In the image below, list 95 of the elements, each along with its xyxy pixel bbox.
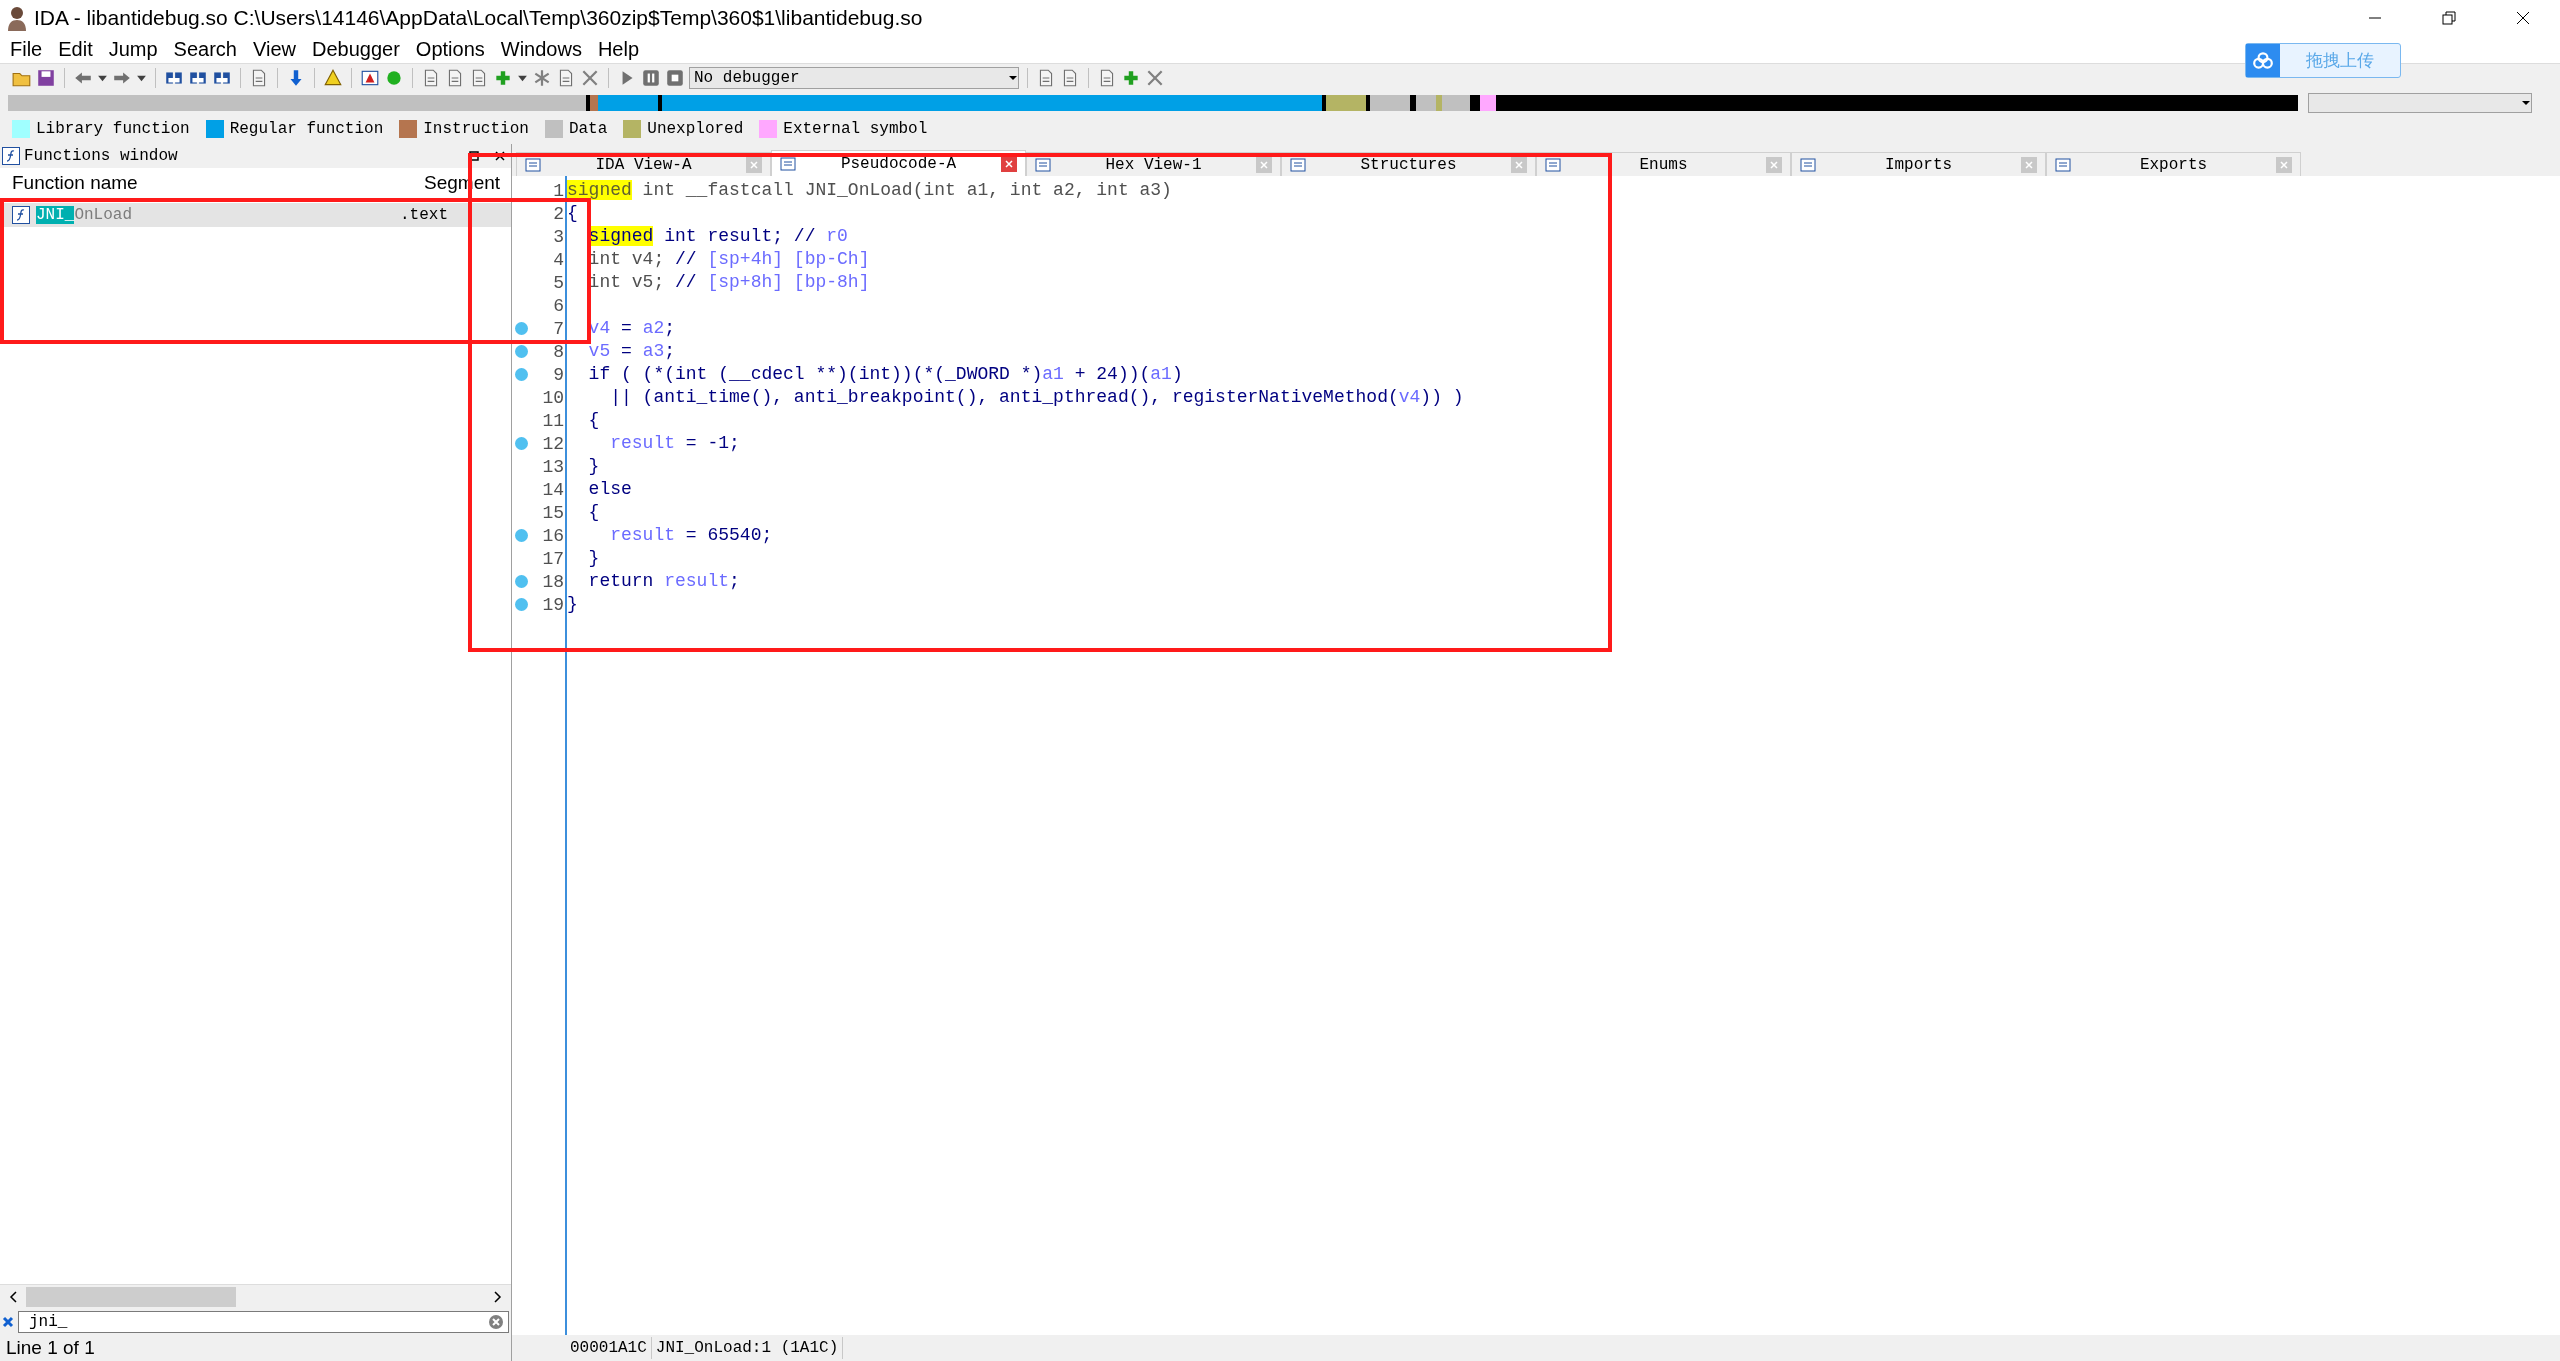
column-header[interactable]: Function name bbox=[0, 172, 412, 194]
breakpoint-dot[interactable] bbox=[515, 598, 528, 611]
code-line: result = -1; bbox=[609, 432, 740, 455]
line-status: Line 1 of 1 bbox=[6, 1337, 95, 1359]
alert-icon[interactable] bbox=[360, 68, 380, 88]
breakpoint-dot[interactable] bbox=[515, 529, 528, 542]
line-number: 11 bbox=[542, 410, 564, 431]
caret-icon[interactable] bbox=[1008, 73, 1018, 83]
menu-item[interactable]: File bbox=[2, 38, 51, 61]
window-icon bbox=[780, 155, 796, 172]
code-line: if ( (*(int (__cdecl **)(int))(*(_DWORD *)a1 + 24))(a1) bbox=[587, 363, 1183, 386]
window-icon bbox=[1545, 156, 1561, 173]
breakpoint-dot[interactable] bbox=[515, 345, 528, 358]
debugger-dropdown[interactable]: No debugger bbox=[689, 67, 1019, 89]
code-line: result = 65540; bbox=[609, 524, 773, 547]
cross-icon[interactable] bbox=[1145, 68, 1165, 88]
window-icon bbox=[1290, 156, 1306, 173]
tab[interactable]: Enums bbox=[1536, 152, 1791, 176]
line-number: 5 bbox=[553, 272, 564, 293]
code-line: signed int result; // r0 bbox=[587, 225, 848, 248]
code-line: || (anti_time(), anti_breakpoint(), anti_pthread(), registerNativeMethod(v4)) ) bbox=[609, 386, 1464, 409]
menu-item[interactable]: Jump bbox=[100, 38, 166, 61]
line-number: 17 bbox=[542, 548, 564, 569]
function-icon bbox=[12, 206, 30, 224]
menu-item[interactable]: Edit bbox=[50, 38, 101, 61]
code-line: int v4; // [sp+4h] [bp-Ch] bbox=[587, 248, 870, 271]
breakpoint-dot[interactable] bbox=[515, 322, 528, 335]
scrollbar-thumb[interactable] bbox=[26, 1287, 236, 1307]
navigation-band[interactable] bbox=[8, 95, 2298, 111]
circle-icon[interactable] bbox=[384, 68, 404, 88]
code-line: int v5; // [sp+8h] [bp-8h] bbox=[587, 271, 870, 294]
clear-icon[interactable] bbox=[488, 1314, 504, 1330]
panel-title: Functions window bbox=[24, 147, 178, 165]
line-number: 3 bbox=[553, 226, 564, 247]
code-line: signed int __fastcall JNI_OnLoad(int a1, int a2, int a3) bbox=[567, 179, 1172, 202]
tab[interactable]: Exports bbox=[2046, 152, 2301, 176]
window-title: IDA - libantidebug.so C:\Users\14146\AppData\Local\Temp\360zip$Temp\360$1\libantidebug.so bbox=[34, 6, 923, 30]
line-number: 7 bbox=[553, 318, 564, 339]
code-line: } bbox=[587, 455, 600, 478]
window-icon bbox=[2055, 156, 2071, 173]
breakpoint-dot[interactable] bbox=[515, 368, 528, 381]
menu-item[interactable]: Debugger bbox=[304, 38, 408, 61]
app-icon bbox=[6, 5, 28, 31]
legend-label: Regular function bbox=[229, 120, 384, 138]
menu-item[interactable]: Options bbox=[407, 38, 493, 61]
line-number: 12 bbox=[542, 433, 564, 454]
code-line: { bbox=[587, 409, 600, 432]
segment-cell: .text bbox=[400, 206, 448, 224]
status-field: 00001A1C bbox=[566, 1337, 652, 1359]
legend-label: Unexplored bbox=[647, 120, 744, 138]
filter-field[interactable]: jni_ bbox=[18, 1311, 509, 1333]
code-line: else bbox=[587, 478, 632, 501]
legend-label: External symbol bbox=[783, 120, 928, 138]
status-field: JNI_OnLoad:1 (1A1C) bbox=[651, 1337, 844, 1359]
line-number: 6 bbox=[553, 295, 564, 316]
window-icon bbox=[1800, 156, 1816, 173]
tab[interactable]: Imports bbox=[1791, 152, 2046, 176]
close-filter-icon[interactable] bbox=[2, 1316, 14, 1328]
legend-label: Library function bbox=[36, 120, 190, 138]
legend-label: Instruction bbox=[423, 120, 529, 138]
line-number: 19 bbox=[542, 594, 564, 615]
line-number: 15 bbox=[542, 502, 564, 523]
stop-icon[interactable] bbox=[665, 68, 685, 88]
menu-item[interactable]: Windows bbox=[492, 38, 590, 61]
warning-icon[interactable] bbox=[323, 68, 343, 88]
breakpoint-dot[interactable] bbox=[515, 437, 528, 450]
line-number: 4 bbox=[553, 249, 564, 270]
function-icon bbox=[2, 147, 20, 165]
code-line: v5 = a3; bbox=[587, 340, 676, 363]
caret-icon[interactable] bbox=[2521, 98, 2531, 108]
plus-icon[interactable] bbox=[1121, 68, 1141, 88]
code-line: { bbox=[567, 202, 578, 225]
window-icon bbox=[525, 156, 541, 173]
legend-label: Data bbox=[568, 120, 608, 138]
code-line: } bbox=[587, 547, 600, 570]
menu-item[interactable]: View bbox=[245, 38, 304, 61]
window-icon bbox=[1035, 156, 1051, 173]
save-icon[interactable] bbox=[36, 68, 56, 88]
code-line: { bbox=[587, 501, 600, 524]
line-number: 10 bbox=[542, 387, 564, 408]
line-number: 8 bbox=[553, 341, 564, 362]
cross-icon[interactable] bbox=[580, 68, 600, 88]
line-number: 1 bbox=[553, 180, 564, 201]
line-number: 14 bbox=[542, 479, 564, 500]
line-number: 13 bbox=[542, 456, 564, 477]
breakpoint-dot[interactable] bbox=[515, 575, 528, 588]
menu-item[interactable]: Search bbox=[165, 38, 245, 61]
code-line: return result; bbox=[587, 570, 740, 593]
line-number: 16 bbox=[542, 525, 564, 546]
line-number: 9 bbox=[553, 364, 564, 385]
line-number: 2 bbox=[553, 203, 564, 224]
code-line: } bbox=[567, 593, 578, 616]
line-number: 18 bbox=[542, 571, 564, 592]
pause-icon[interactable] bbox=[641, 68, 661, 88]
menu-item[interactable]: Help bbox=[589, 38, 648, 61]
